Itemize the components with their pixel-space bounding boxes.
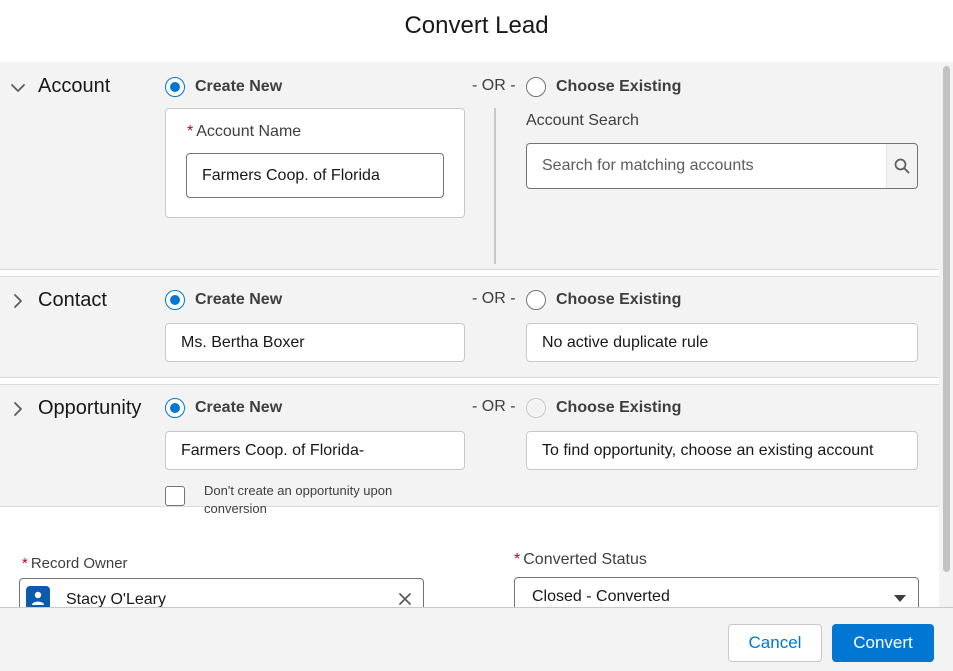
modal-header: Convert Lead xyxy=(0,0,953,62)
converted-status-select[interactable]: Closed - Converted xyxy=(514,577,919,607)
record-owner-lookup[interactable]: Stacy O'Leary xyxy=(19,578,424,607)
account-or-label: - OR - xyxy=(472,77,516,94)
opportunity-existing-value: To find opportunity, choose an existing … xyxy=(526,431,918,470)
account-create-card: * Account Name Farmers Coop. of Florida xyxy=(165,108,465,218)
record-owner-label: * Record Owner xyxy=(22,555,128,572)
opportunity-or-label: - OR - xyxy=(472,398,516,415)
contact-create-new-radio[interactable] xyxy=(165,290,185,310)
opportunity-create-new-radio[interactable] xyxy=(165,398,185,418)
account-create-new-label: Create New xyxy=(195,78,283,95)
contact-section: Contact Create New - OR - Choose Existin… xyxy=(0,276,939,378)
modal-title: Convert Lead xyxy=(404,12,549,39)
scrollbar-thumb[interactable] xyxy=(943,66,950,572)
no-opportunity-label: Don't create an opportunity upon convers… xyxy=(204,483,393,516)
account-choose-existing-label: Choose Existing xyxy=(556,78,682,95)
opportunity-section-title: Opportunity xyxy=(38,397,142,419)
no-opportunity-checkbox[interactable] xyxy=(165,486,185,506)
chevron-right-icon[interactable] xyxy=(10,293,26,309)
opportunity-choose-existing-radio xyxy=(526,398,546,418)
account-search-input[interactable]: Search for matching accounts xyxy=(526,143,918,189)
opportunity-create-new-label: Create New xyxy=(195,399,283,416)
search-icon xyxy=(894,158,910,174)
user-avatar-icon xyxy=(26,586,50,607)
account-create-new-radio[interactable] xyxy=(165,77,185,97)
account-section: Account Create New - OR - Choose Existin… xyxy=(0,62,939,270)
search-button[interactable] xyxy=(886,144,917,188)
cancel-button[interactable]: Cancel xyxy=(728,624,822,662)
contact-create-new-label: Create New xyxy=(195,291,283,308)
account-section-title: Account xyxy=(38,75,111,97)
opportunity-choose-existing-label: Choose Existing xyxy=(556,399,682,416)
convert-button[interactable]: Convert xyxy=(832,624,934,662)
contact-name-value: Ms. Bertha Boxer xyxy=(165,323,465,362)
account-choose-existing-radio[interactable] xyxy=(526,77,546,97)
contact-choose-existing-radio[interactable] xyxy=(526,290,546,310)
modal-body: Account Create New - OR - Choose Existin… xyxy=(0,62,953,607)
account-name-label: * Account Name xyxy=(187,123,302,140)
contact-section-title: Contact xyxy=(38,289,107,311)
opportunity-section: Opportunity Create New - OR - Choose Exi… xyxy=(0,384,939,516)
chevron-down-icon[interactable] xyxy=(10,80,26,96)
section-divider xyxy=(494,108,496,264)
contact-choose-existing-label: Choose Existing xyxy=(556,291,682,308)
chevron-right-icon[interactable] xyxy=(10,401,26,417)
modal-footer: Cancel Convert xyxy=(0,607,953,671)
account-search-placeholder: Search for matching accounts xyxy=(542,157,754,174)
contact-or-label: - OR - xyxy=(472,290,516,307)
chevron-down-icon xyxy=(894,590,906,602)
converted-status-label: * Converted Status xyxy=(514,551,647,568)
account-search-label: Account Search xyxy=(526,112,639,129)
opportunity-name-value: Farmers Coop. of Florida- xyxy=(165,431,465,470)
account-name-input[interactable]: Farmers Coop. of Florida xyxy=(186,153,444,198)
contact-existing-value: No active duplicate rule xyxy=(526,323,918,362)
clear-icon[interactable] xyxy=(397,591,413,607)
converted-status-value: Closed - Converted xyxy=(532,588,670,605)
record-owner-value: Stacy O'Leary xyxy=(66,591,166,607)
